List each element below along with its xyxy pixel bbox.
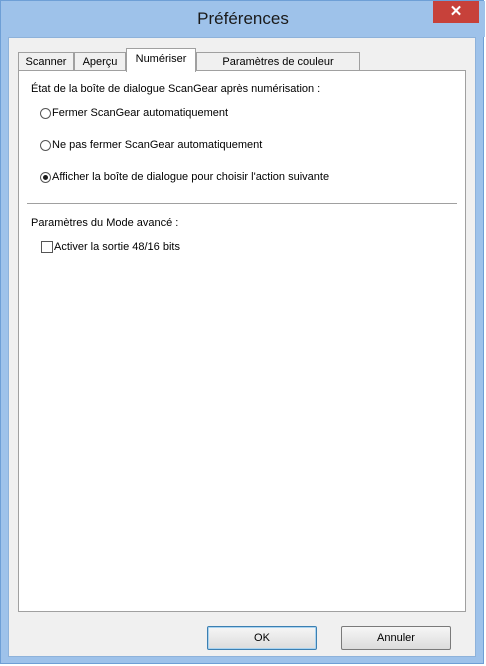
dialog-title: Préférences — [197, 9, 289, 28]
radio-close-automatically[interactable]: Fermer ScanGear automatiquement — [40, 105, 228, 121]
radio-show-next-action-dialog[interactable]: Afficher la boîte de dialogue pour chois… — [40, 169, 329, 185]
radio-label: Afficher la boîte de dialogue pour chois… — [52, 171, 330, 183]
dialog-body: Scanner Aperçu Numériser Paramètres de c… — [8, 37, 476, 657]
close-icon: ✕ — [449, 3, 463, 20]
checkbox[interactable] — [41, 241, 53, 253]
close-button[interactable]: ✕ — [433, 1, 479, 23]
section-divider — [27, 203, 457, 205]
cancel-button[interactable]: Annuler — [341, 626, 451, 650]
tab-apercu[interactable]: Aperçu — [74, 52, 126, 71]
radio-button[interactable] — [40, 107, 51, 119]
tab-numeriser[interactable]: Numériser — [126, 48, 196, 72]
tab-parametres-de-couleur[interactable]: Paramètres de couleur — [196, 52, 360, 71]
radio-button[interactable] — [40, 139, 51, 151]
preferences-dialog: Préférences ✕ Scanner Aperçu Numériser P… — [0, 0, 485, 664]
after-scan-heading: État de la boîte de dialogue ScanGear ap… — [31, 83, 321, 95]
numeriser-panel: État de la boîte de dialogue ScanGear ap… — [18, 70, 466, 612]
radio-label: Fermer ScanGear automatiquement — [52, 107, 229, 119]
ok-button[interactable]: OK — [207, 626, 317, 650]
tab-scanner[interactable]: Scanner — [18, 52, 74, 71]
advanced-mode-heading: Paramètres du Mode avancé : — [31, 217, 179, 229]
checkbox-enable-48-16-bit[interactable]: Activer la sortie 48/16 bits — [41, 239, 180, 255]
radio-label: Ne pas fermer ScanGear automatiquement — [52, 139, 263, 151]
title-bar[interactable]: Préférences ✕ — [1, 1, 485, 37]
checkbox-label: Activer la sortie 48/16 bits — [54, 241, 180, 253]
radio-do-not-close[interactable]: Ne pas fermer ScanGear automatiquement — [40, 137, 262, 153]
radio-button-selected[interactable] — [40, 171, 51, 183]
